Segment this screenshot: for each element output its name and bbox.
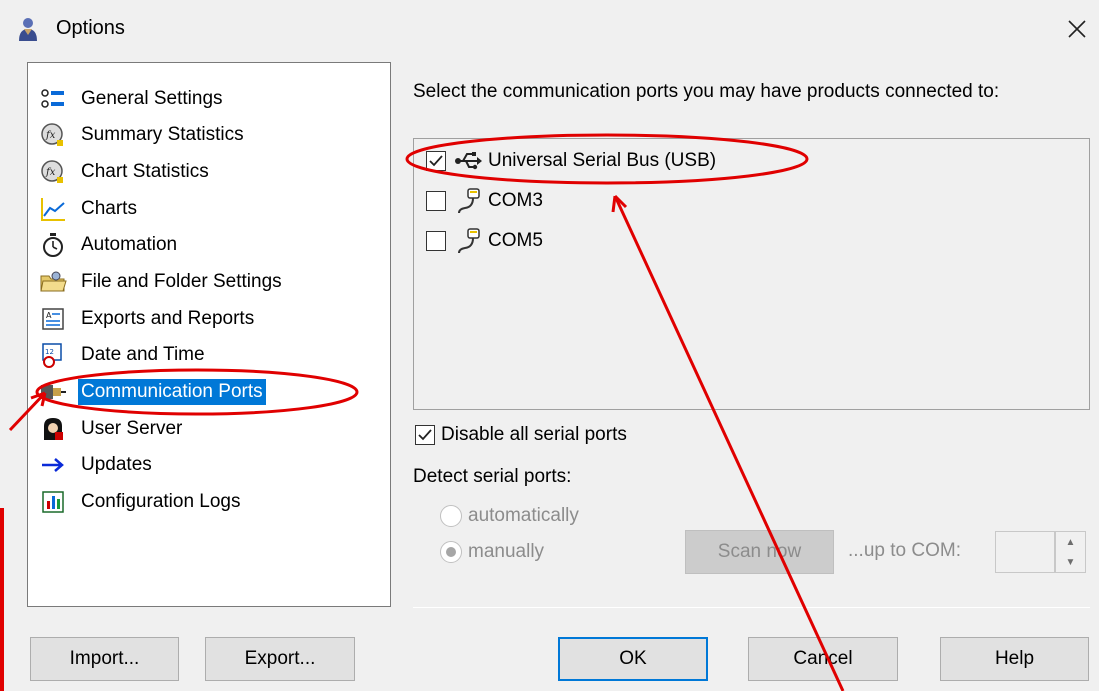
- tree-item-label: Exports and Reports: [81, 308, 255, 329]
- disable-serial-ports-option[interactable]: Disable all serial ports: [415, 424, 627, 446]
- svg-text:A: A: [46, 311, 52, 320]
- port-label: COM3: [488, 190, 543, 211]
- tree-item-exports-and-reports[interactable]: A Exports and Reports: [38, 303, 378, 335]
- port-cable-icon: [38, 378, 68, 406]
- tree-item-chart-statistics[interactable]: fx Chart Statistics: [38, 156, 378, 188]
- separator: [413, 607, 1090, 608]
- port-checkbox[interactable]: [426, 191, 446, 211]
- com-number-input[interactable]: [995, 531, 1055, 573]
- options-category-tree[interactable]: General Settings fx Summary Statistics f…: [27, 62, 391, 607]
- svg-text:fx: fx: [45, 167, 56, 178]
- ok-button[interactable]: OK: [558, 637, 708, 681]
- tree-item-label: Chart Statistics: [81, 161, 209, 182]
- usb-icon: [452, 146, 486, 176]
- serial-cable-icon: [452, 226, 486, 256]
- tree-item-file-and-folder-settings[interactable]: File and Folder Settings: [38, 266, 378, 298]
- radio-label: automatically: [468, 505, 579, 526]
- red-edge-bar: [0, 508, 4, 691]
- ports-heading: Select the communication ports you may h…: [413, 81, 1000, 102]
- tree-item-label: Configuration Logs: [81, 491, 241, 512]
- help-button[interactable]: Help: [940, 637, 1089, 681]
- scan-now-button[interactable]: Scan now: [685, 530, 834, 574]
- log-chart-icon: [38, 488, 68, 516]
- radio-automatically[interactable]: automatically: [440, 505, 579, 527]
- svg-text:fx: fx: [45, 130, 56, 141]
- stopwatch-icon: [38, 231, 68, 259]
- folder-icon: [38, 268, 68, 296]
- tree-item-general-settings[interactable]: General Settings: [38, 83, 378, 115]
- tree-item-label: File and Folder Settings: [81, 271, 282, 292]
- tree-item-summary-statistics[interactable]: fx Summary Statistics: [38, 119, 378, 151]
- chart-line-icon: [38, 195, 68, 223]
- tree-item-label: General Settings: [81, 88, 223, 109]
- export-button[interactable]: Export...: [205, 637, 355, 681]
- cancel-button[interactable]: Cancel: [748, 637, 898, 681]
- com-number-spinner[interactable]: ▲ ▼: [1055, 531, 1086, 573]
- tree-item-label: Date and Time: [81, 344, 205, 365]
- tree-item-communication-ports[interactable]: Communication Ports: [38, 376, 378, 408]
- app-person-icon: [17, 17, 39, 41]
- tree-item-date-and-time[interactable]: 12 Date and Time: [38, 339, 378, 371]
- detect-serial-label: Detect serial ports:: [413, 466, 572, 487]
- tree-item-charts[interactable]: Charts: [38, 193, 378, 225]
- svg-text:12: 12: [45, 348, 54, 356]
- fx-statistics-icon: fx: [38, 121, 68, 149]
- spin-up-icon[interactable]: ▲: [1056, 532, 1085, 552]
- general-settings-icon: [38, 85, 68, 113]
- title-bar: Options: [0, 0, 1099, 52]
- import-button[interactable]: Import...: [30, 637, 179, 681]
- calendar-clock-icon: 12: [38, 341, 68, 369]
- port-checkbox[interactable]: [426, 151, 446, 171]
- port-label: Universal Serial Bus (USB): [488, 150, 717, 171]
- tree-item-label: Charts: [81, 198, 137, 219]
- tree-item-configuration-logs[interactable]: Configuration Logs: [38, 486, 378, 518]
- up-to-com-label: ...up to COM:: [848, 540, 961, 561]
- radio-manually[interactable]: manually: [440, 541, 544, 563]
- spin-down-icon[interactable]: ▼: [1056, 552, 1085, 572]
- port-item-com5[interactable]: COM5: [426, 225, 543, 257]
- user-server-icon: [38, 415, 68, 443]
- tree-item-label: User Server: [81, 418, 183, 439]
- tree-item-label: Communication Ports: [78, 379, 266, 405]
- serial-cable-icon: [452, 186, 486, 216]
- radio-label: manually: [468, 541, 545, 562]
- port-item-com3[interactable]: COM3: [426, 185, 543, 217]
- window-title: Options: [56, 17, 125, 39]
- disable-serial-checkbox[interactable]: [415, 425, 435, 445]
- radio-button[interactable]: [440, 541, 462, 563]
- tree-item-user-server[interactable]: User Server: [38, 413, 378, 445]
- tree-item-automation[interactable]: Automation: [38, 229, 378, 261]
- disable-serial-label: Disable all serial ports: [441, 424, 627, 445]
- radio-button[interactable]: [440, 505, 462, 527]
- port-label: COM5: [488, 230, 543, 251]
- tree-item-updates[interactable]: Updates: [38, 449, 378, 481]
- port-item-usb[interactable]: Universal Serial Bus (USB): [426, 145, 716, 177]
- port-checkbox[interactable]: [426, 231, 446, 251]
- tree-item-label: Summary Statistics: [81, 124, 244, 145]
- tree-item-label: Automation: [81, 234, 178, 255]
- close-icon[interactable]: [1062, 14, 1092, 44]
- port-list[interactable]: Universal Serial Bus (USB) COM3 COM5: [413, 138, 1090, 410]
- fx-statistics-icon: fx: [38, 158, 68, 186]
- arrow-right-icon: [38, 451, 68, 479]
- tree-item-label: Updates: [81, 454, 152, 475]
- report-icon: A: [38, 305, 68, 333]
